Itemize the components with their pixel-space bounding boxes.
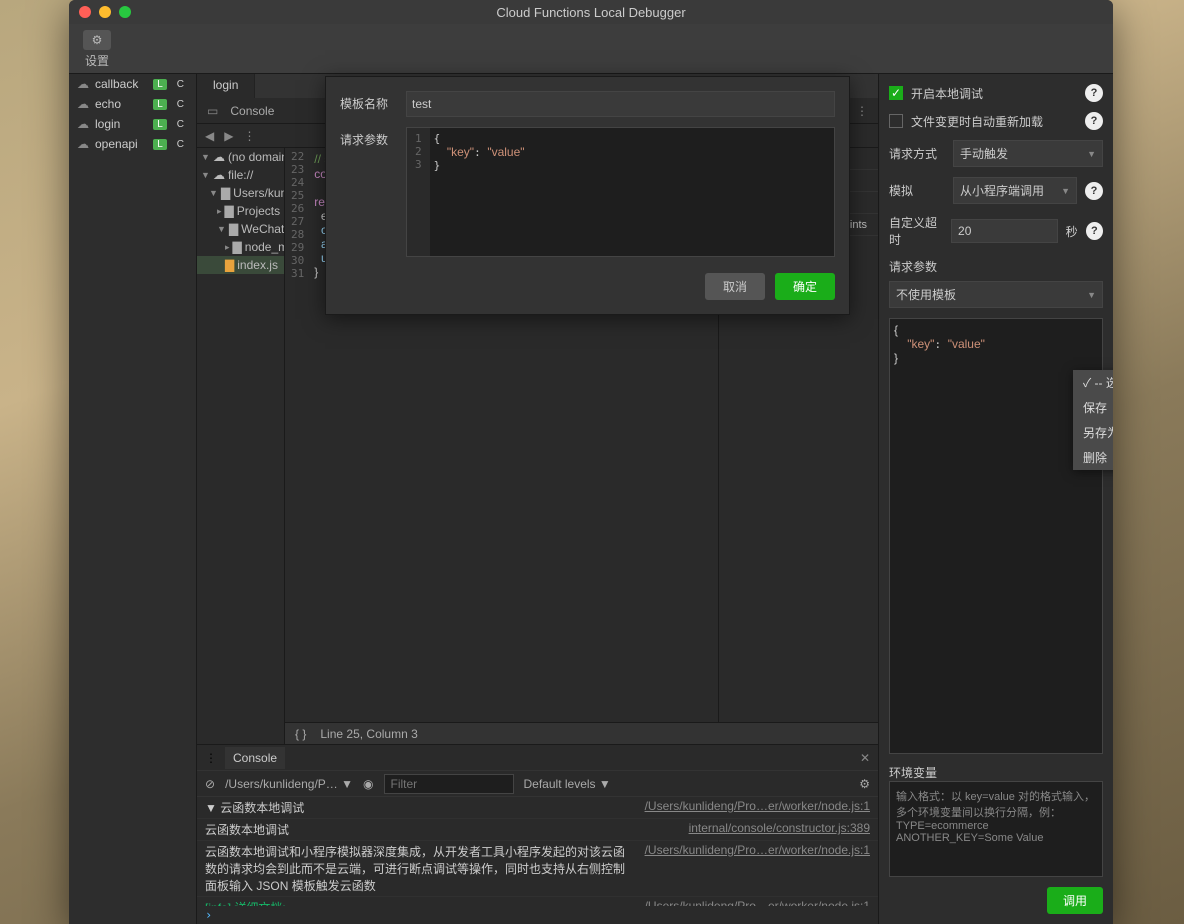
console-tab[interactable]: Console (225, 747, 285, 769)
settings-button[interactable]: ⚙ 设置 (77, 28, 117, 71)
titlebar: Cloud Functions Local Debugger (69, 0, 1113, 24)
env-input[interactable]: 输入格式：以 key=value 对的格式输入，多个环境变量间以换行分隔，例： … (889, 781, 1103, 877)
menu-delete[interactable]: 删除 (1073, 445, 1113, 470)
cancel-button[interactable]: 取消 (705, 273, 765, 300)
timeout-input[interactable]: 20 (951, 219, 1058, 243)
status-bar: { } Line 25, Column 3 (285, 722, 878, 744)
window-title: Cloud Functions Local Debugger (496, 5, 685, 20)
help-icon[interactable]: ? (1086, 222, 1103, 240)
inspect-icon[interactable]: ▭ (207, 104, 218, 118)
minimize-icon[interactable] (99, 6, 111, 18)
cloud-icon: ☁ (77, 77, 89, 91)
sidebar-item-openapi[interactable]: ☁openapiLC (69, 134, 196, 154)
params-editor[interactable]: { "key": "value" } (889, 318, 1103, 754)
console-panel: ⋮ Console ✕ ⊘ /Users/kunlideng/P… ▼ ◉ De… (197, 744, 878, 924)
sidebar-item-login[interactable]: ☁loginLC (69, 114, 196, 134)
toolbar: ⚙ 设置 (69, 24, 1113, 74)
menu-saveas[interactable]: 另存为... (1073, 420, 1113, 445)
help-icon[interactable]: ? (1085, 182, 1103, 200)
file-tree[interactable]: ▼☁(no domain) ▼☁file:// ▼▇Users/kunliden… (197, 148, 285, 744)
request-method-select[interactable]: 手动触发▼ (953, 140, 1103, 167)
console-output[interactable]: ▼ 云函数本地调试/Users/kunlideng/Pro…er/worker/… (197, 797, 878, 906)
gear-icon: ⚙ (83, 30, 111, 50)
sidebar-item-callback[interactable]: ☁callbackLC (69, 74, 196, 94)
cloud-icon: ☁ (77, 117, 89, 131)
nav-back-icon[interactable]: ◀ (205, 129, 214, 143)
console-link[interactable]: Console (230, 104, 274, 118)
ok-button[interactable]: 确定 (775, 273, 835, 300)
template-select[interactable]: 不使用模板▼ (889, 281, 1103, 308)
cloud-icon: ☁ (77, 137, 89, 151)
sim-select[interactable]: 从小程序端调用▼ (953, 177, 1077, 204)
eye-icon[interactable]: ◉ (363, 777, 373, 791)
template-name-input[interactable] (406, 91, 835, 117)
more-icon[interactable]: ⋮ (205, 751, 217, 765)
template-context-menu: -- 选择 -- 保存 另存为... 删除 (1073, 370, 1113, 470)
template-modal: 模板名称 请求参数 123 { "key": "value"} 取消 确定 (325, 76, 850, 315)
sidebar-item-echo[interactable]: ☁echoLC (69, 94, 196, 114)
close-icon[interactable] (79, 6, 91, 18)
cloud-icon: ☁ (77, 97, 89, 111)
enable-local-checkbox[interactable]: ✓ (889, 86, 903, 100)
tab-login[interactable]: login (197, 74, 255, 98)
call-button[interactable]: 调用 (1047, 887, 1103, 914)
right-panel: ✓ 开启本地调试 ? 文件变更时自动重新加载 ? 请求方式 手动触发▼ 模拟 从… (878, 74, 1113, 924)
more-icon[interactable]: ⋮ (243, 129, 255, 143)
console-prompt[interactable]: › (197, 906, 878, 924)
modal-json-editor[interactable]: 123 { "key": "value"} (406, 127, 835, 257)
context-select[interactable]: /Users/kunlideng/P… ▼ (225, 777, 353, 791)
app-window: Cloud Functions Local Debugger ⚙ 设置 ☁cal… (69, 0, 1113, 924)
help-icon[interactable]: ? (1085, 84, 1103, 102)
menu-select[interactable]: -- 选择 -- (1073, 370, 1113, 395)
filter-input[interactable] (384, 774, 514, 794)
clear-icon[interactable]: ⊘ (205, 777, 215, 791)
auto-reload-checkbox[interactable] (889, 114, 903, 128)
levels-select[interactable]: Default levels ▼ (524, 777, 611, 791)
nav-fwd-icon[interactable]: ▶ (224, 129, 233, 143)
gear-icon[interactable]: ⚙ (859, 777, 870, 791)
maximize-icon[interactable] (119, 6, 131, 18)
menu-save[interactable]: 保存 (1073, 395, 1113, 420)
help-icon[interactable]: ? (1085, 112, 1103, 130)
close-icon[interactable]: ✕ (860, 751, 870, 765)
more-icon[interactable]: ⋮ (856, 104, 868, 118)
function-sidebar: ☁callbackLC ☁echoLC ☁loginLC ☁openapiLC (69, 74, 197, 924)
